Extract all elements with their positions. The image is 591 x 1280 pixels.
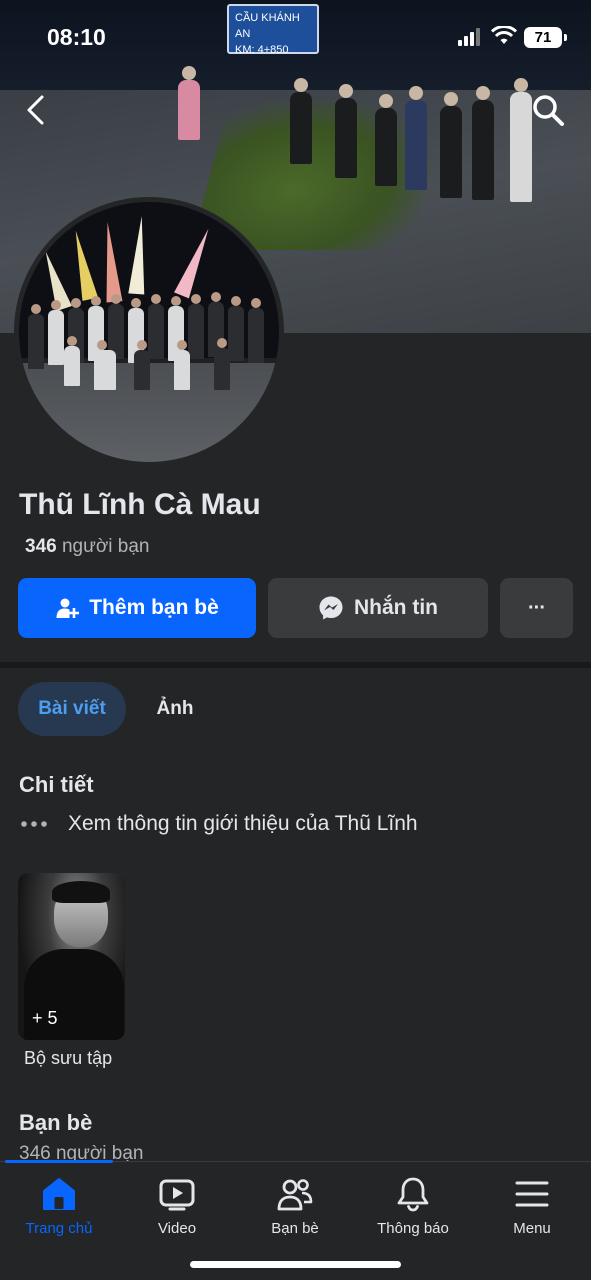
more-dots-icon: [21, 821, 47, 827]
search-icon[interactable]: [530, 92, 566, 128]
avatar-person: [228, 296, 244, 361]
active-tab-indicator: [5, 1160, 113, 1163]
cover-person: [440, 92, 462, 198]
home-indicator[interactable]: [190, 1261, 401, 1268]
more-options-icon: ···: [528, 596, 546, 619]
avatar-person: [174, 340, 190, 390]
cover-person: [405, 86, 427, 190]
home-icon: [43, 1178, 75, 1210]
tab-photos[interactable]: Ảnh: [140, 682, 210, 736]
back-arrow-icon[interactable]: [20, 92, 54, 128]
nav-video-label: Video: [157, 1220, 197, 1237]
avatar-person: [148, 294, 164, 359]
friends-icon: [277, 1179, 313, 1211]
nav-friends[interactable]: Bạn bè: [240, 1176, 350, 1237]
profile-avatar[interactable]: [14, 197, 284, 467]
bottom-navigation: Trang chủ Video Bạn bè Thông báo Menu: [0, 1160, 591, 1280]
tab-posts[interactable]: Bài viết: [18, 682, 126, 736]
cover-person: [510, 78, 532, 202]
friends-count-number: 346: [25, 536, 57, 557]
messenger-icon: [319, 596, 343, 620]
cover-person: [335, 84, 357, 178]
signal-icon: [458, 28, 480, 46]
avatar-person: [48, 300, 64, 365]
details-title: Chi tiết: [19, 772, 94, 797]
wifi-icon: [491, 26, 517, 44]
cover-person: [472, 86, 494, 200]
status-bar: 08:10 71: [0, 0, 591, 76]
nav-notifications[interactable]: Thông báo: [358, 1176, 468, 1237]
nav-video[interactable]: Video: [122, 1176, 232, 1237]
cover-person: [178, 66, 200, 140]
avatar-person: [94, 340, 116, 390]
nav-notifications-label: Thông báo: [377, 1220, 449, 1237]
avatar-person: [248, 298, 264, 363]
video-icon: [159, 1179, 195, 1211]
menu-icon: [515, 1181, 549, 1207]
nav-friends-label: Bạn bè: [271, 1220, 319, 1237]
nav-menu[interactable]: Menu: [477, 1176, 587, 1237]
status-time: 08:10: [47, 24, 106, 50]
avatar-person: [28, 304, 44, 369]
add-friend-label: Thêm bạn bè: [89, 596, 219, 619]
bell-icon: [397, 1177, 429, 1212]
avatar-person: [214, 338, 230, 390]
collection-card[interactable]: + 5: [18, 873, 125, 1040]
collection-photo-hair: [52, 881, 110, 903]
profile-name: Thũ Lĩnh Cà Mau: [19, 488, 261, 521]
section-divider: [0, 662, 591, 668]
collection-count: + 5: [32, 1008, 58, 1028]
nav-home[interactable]: Trang chủ: [4, 1176, 114, 1237]
profile-friends-count[interactable]: 346 người bạn: [25, 536, 150, 558]
avatar-person: [134, 340, 150, 390]
collection-label[interactable]: Bộ sưu tập: [24, 1048, 112, 1069]
message-label: Nhắn tin: [354, 596, 438, 619]
friends-count-suffix: người bạn: [61, 536, 150, 557]
battery-indicator: 71: [524, 27, 567, 48]
cover-person: [290, 78, 312, 164]
friends-section-title: Bạn bè: [19, 1110, 93, 1135]
details-intro-text: Xem thông tin giới thiệu của Thũ Lĩnh: [68, 812, 418, 835]
cover-person: [375, 94, 397, 186]
nav-home-label: Trang chủ: [25, 1220, 93, 1237]
nav-menu-label: Menu: [513, 1220, 551, 1237]
add-friend-button[interactable]: Thêm bạn bè: [18, 578, 256, 638]
avatar-person: [188, 294, 204, 359]
more-options-button[interactable]: ···: [500, 578, 573, 638]
message-button[interactable]: Nhắn tin: [268, 578, 488, 638]
details-intro-row[interactable]: Xem thông tin giới thiệu của Thũ Lĩnh: [20, 812, 418, 836]
avatar-person: [64, 336, 80, 386]
avatar-crowd: [24, 292, 279, 404]
add-friend-icon: [56, 598, 80, 618]
